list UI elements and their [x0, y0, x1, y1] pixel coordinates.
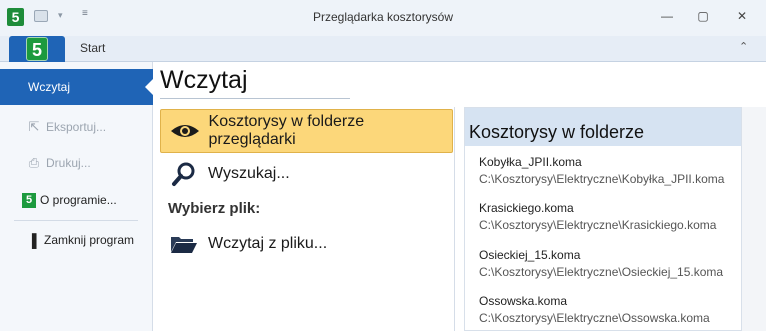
nav-divider: [14, 220, 138, 221]
list-item[interactable]: Kobyłka_JPII.koma C:\Kosztorysy\Elektryc…: [479, 154, 741, 188]
nav-item-label: Eksportuj...: [46, 120, 107, 134]
app-logo-icon: 5: [26, 37, 48, 61]
folder-panel-title: Kosztorysy w folderze: [465, 108, 741, 146]
nav-item-label: Drukuj...: [46, 156, 91, 170]
nav-item-o-programie[interactable]: 5 O programie...: [0, 182, 153, 218]
file-name: Krasickiego.koma: [479, 201, 574, 215]
nav-item-drukuj[interactable]: ⎙ Drukuj...: [0, 145, 153, 181]
action-label: Wyszukaj...: [208, 165, 290, 182]
nav-item-wczytaj[interactable]: Wczytaj: [0, 69, 154, 105]
list-item[interactable]: Krasickiego.koma C:\Kosztorysy\Elektrycz…: [479, 200, 741, 234]
maximize-button[interactable]: ▢: [694, 8, 712, 24]
file-path: C:\Kosztorysy\Elektryczne\Krasickiego.ko…: [479, 218, 717, 232]
file-name: Kobyłka_JPII.koma: [479, 155, 582, 169]
open-folder-icon: [168, 232, 200, 256]
action-label: Kosztorysy w folderze przeglądarki: [208, 113, 365, 148]
browser-folder-button[interactable]: Kosztorysy w folderze przeglądarki: [160, 109, 453, 153]
export-icon: ⇱: [28, 119, 40, 134]
nav-item-label: Zamknij program: [44, 233, 135, 247]
open-from-file-button[interactable]: Wczytaj z pliku...: [160, 222, 453, 266]
minimize-button[interactable]: —: [658, 8, 676, 24]
file-tab[interactable]: 5: [9, 36, 65, 62]
search-button[interactable]: Wyszukaj...: [160, 152, 453, 196]
title-divider: [160, 98, 350, 99]
page-title: Wczytaj: [160, 66, 248, 94]
scrollbar-track[interactable]: [742, 107, 766, 331]
eye-icon: [169, 119, 201, 143]
magnifier-icon: [168, 162, 200, 186]
nav-item-label: Wczytaj: [28, 80, 70, 94]
title-bar: 5 ▾ ≡ Przeglądarka kosztorysów — ▢ ✕: [0, 0, 766, 36]
exit-door-icon: ▐: [27, 232, 37, 248]
file-name: Ossowska.koma: [479, 294, 568, 308]
action-label: Wczytaj z pliku...: [208, 235, 328, 252]
choose-file-heading: Wybierz plik:: [168, 200, 261, 217]
folder-files-panel: Kosztorysy w folderze Kobyłka_JPII.koma …: [464, 107, 742, 331]
file-path: C:\Kosztorysy\Elektryczne\Osieckiej_15.k…: [479, 265, 724, 279]
file-path: C:\Kosztorysy\Elektryczne\Ossowska.koma: [479, 311, 710, 325]
file-name: Osieckiej_15.koma: [479, 248, 581, 262]
actions-panel: Kosztorysy w folderze przeglądarki Wyszu…: [155, 107, 455, 331]
app-logo-icon: 5: [22, 192, 36, 208]
printer-icon: ⎙: [28, 155, 40, 170]
file-path: C:\Kosztorysy\Elektryczne\Kobyłka_JPII.k…: [479, 172, 725, 186]
ribbon-tab-bar: [0, 36, 766, 62]
collapse-ribbon-icon[interactable]: ⌃: [739, 40, 748, 53]
nav-item-zamknij-program[interactable]: ▐ Zamknij program: [0, 222, 153, 258]
close-button[interactable]: ✕: [733, 8, 751, 24]
nav-item-label: O programie...: [40, 193, 117, 207]
list-item[interactable]: Osieckiej_15.koma C:\Kosztorysy\Elektryc…: [479, 247, 741, 281]
backstage-nav: Wczytaj ⇱ Eksportuj... ⎙ Drukuj... 5 O p…: [0, 62, 154, 331]
nav-item-eksportuj[interactable]: ⇱ Eksportuj...: [0, 109, 153, 145]
window-title: Przeglądarka kosztorysów: [312, 10, 454, 24]
list-item[interactable]: Ossowska.koma C:\Kosztorysy\Elektryczne\…: [479, 293, 741, 327]
tab-start[interactable]: Start: [80, 41, 105, 55]
